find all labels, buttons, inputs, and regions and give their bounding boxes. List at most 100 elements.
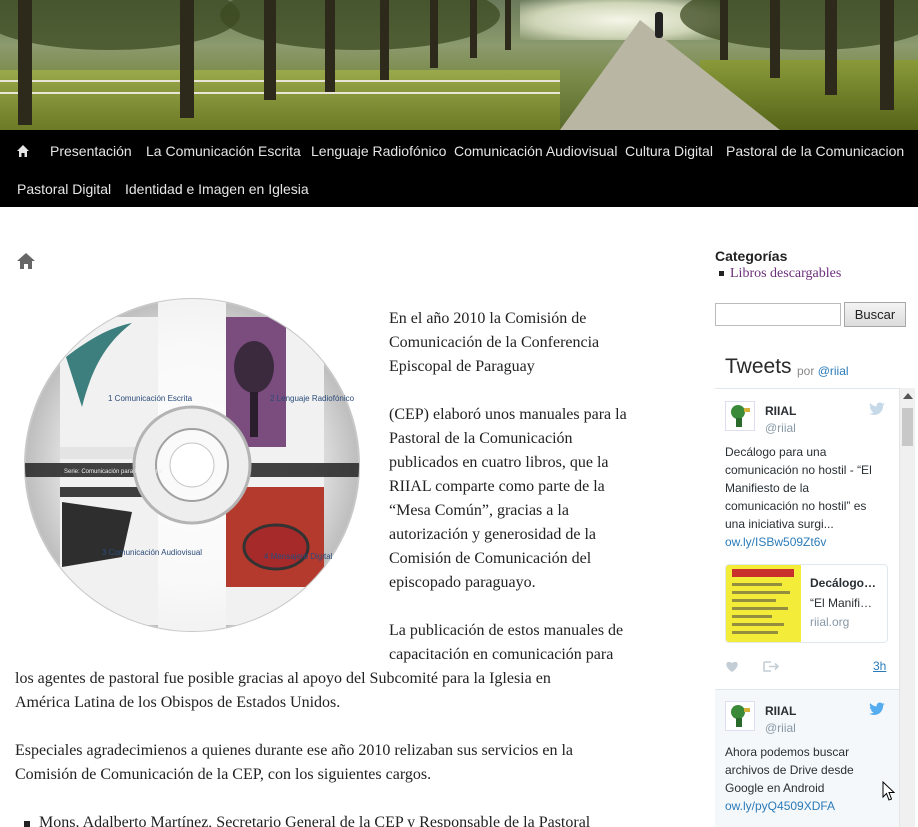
tweet: RIIAL @riial Ahora podemos buscar archiv…	[715, 689, 899, 827]
text-line: comunicación no hostil” es	[725, 499, 867, 513]
banner-fence	[0, 80, 560, 94]
banner-canopy	[0, 0, 240, 50]
banner-tree	[18, 0, 32, 125]
tweet-text: Decálogo para una comunicación no hostil…	[725, 443, 893, 533]
cd-series-label: Serie: Comunicación para la pastoral	[64, 469, 162, 475]
text-line: Ahora podemos buscar	[725, 745, 850, 759]
tweet-text: Ahora podemos buscar archivos de Drive d…	[725, 743, 893, 797]
tweet-link-card[interactable]: Decálogo… “El Manifi… riial.org	[725, 564, 888, 643]
text-line: los agentes de pastoral fue posible grac…	[15, 670, 551, 687]
banner-tree	[380, 0, 389, 80]
cd-label-q3: 3 Comunicación Audiovisual	[102, 548, 202, 557]
main-nav: Presentación La Comunicación Escrita Len…	[0, 130, 918, 207]
like-heart-icon[interactable]	[725, 660, 739, 673]
text-line: (CEP) elaboró unos manuales para la	[389, 406, 627, 423]
nav-item-pastoral-comunicacion[interactable]: Pastoral de la Comunicacion	[726, 143, 904, 159]
text-line: Comunicación de la Conferencia	[389, 334, 600, 351]
text-line: RIIAL comparte como parte de la	[389, 478, 605, 495]
header-banner-image	[0, 0, 918, 130]
avatar[interactable]	[725, 401, 755, 431]
tweet-author-name[interactable]: RIIAL	[765, 404, 796, 418]
tweet-author-handle[interactable]: @riial	[765, 421, 796, 435]
banner-tree	[325, 0, 335, 92]
text-line: Especiales agradecimienos a quienes dura…	[15, 742, 574, 759]
text-line: La publicación de estos manuales de	[389, 622, 624, 639]
nav-item-presentacion[interactable]: Presentación	[50, 143, 132, 159]
text-line: Episcopal de Paraguay	[389, 358, 535, 375]
article-paragraph-1: En el año 2010 la Comisión de Comunicaci…	[389, 307, 599, 379]
article-paragraph-4: Especiales agradecimienos a quienes dura…	[15, 739, 573, 787]
nav-item-lenguaje-radiofonico[interactable]: Lenguaje Radiofónico	[311, 143, 446, 159]
categories-heading: Categorías	[715, 248, 788, 264]
tweet: RIIAL @riial Decálogo para una comunicac…	[715, 389, 899, 689]
tweets-byline: por @riial	[797, 364, 849, 378]
list-item: Mons. Adalberto Martínez, Secretario Gen…	[39, 814, 591, 827]
cd-label-q1: 1 Comunicación Escrita	[108, 394, 193, 403]
cd-label-q2: 2 Lenguaje Radiofónico	[270, 394, 355, 403]
category-link-libros[interactable]: Libros descargables	[730, 266, 841, 282]
tweets-by-label: por	[797, 364, 815, 378]
card-title: Decálogo…	[810, 576, 877, 590]
card-description: “El Manifi…	[810, 596, 873, 610]
text-line: capacitación en comunicación para	[389, 646, 614, 663]
tweet-timestamp[interactable]: 3h	[873, 659, 886, 673]
avatar[interactable]	[725, 701, 755, 731]
text-line: Comisión de Comunicación del	[389, 550, 592, 567]
article-paragraph-3a: La publicación de estos manuales de capa…	[389, 619, 623, 667]
card-domain: riial.org	[810, 615, 850, 629]
banner-canopy	[220, 0, 500, 50]
nav-item-identidad-imagen[interactable]: Identidad e Imagen en Iglesia	[125, 181, 309, 197]
cd-cover-image: 1 Comunicación Escrita 2 Lenguaje Radiof…	[22, 297, 362, 633]
banner-tree	[770, 0, 780, 78]
search-input[interactable]	[715, 303, 841, 326]
text-line: América Latina de los Obispos de Estados…	[15, 694, 341, 711]
tweet-link[interactable]: ow.ly/ISBw509Zt6v	[725, 535, 826, 549]
home-icon[interactable]	[16, 144, 30, 158]
banner-tree	[825, 0, 837, 95]
nav-item-pastoral-digital[interactable]: Pastoral Digital	[17, 181, 111, 197]
tweet-author-name[interactable]: RIIAL	[765, 704, 796, 718]
share-icon[interactable]	[763, 660, 779, 673]
nav-item-comunicacion-audiovisual[interactable]: Comunicación Audiovisual	[454, 143, 617, 159]
banner-tree	[720, 0, 728, 60]
cd-label-q4: 4 Mensajero Digital	[264, 552, 333, 561]
banner-tree	[430, 0, 438, 68]
card-thumbnail	[726, 565, 801, 642]
text-line: una iniciativa surgi...	[725, 517, 834, 531]
article-paragraph-3b: los agentes de pastoral fue posible grac…	[15, 667, 551, 715]
article-paragraph-2: (CEP) elaboró unos manuales para la Past…	[389, 403, 627, 595]
twitter-timeline: RIIAL @riial Decálogo para una comunicac…	[715, 388, 899, 827]
banner-tree	[264, 0, 276, 100]
text-line: En el año 2010 la Comisión de	[389, 310, 587, 327]
timeline-scrollbar[interactable]	[899, 388, 915, 827]
twitter-bird-icon[interactable]	[868, 702, 886, 716]
text-line: Decálogo para una	[725, 445, 827, 459]
list-bullet	[719, 271, 724, 276]
text-line: Google en Android	[725, 781, 825, 795]
mouse-cursor-icon	[882, 781, 896, 801]
banner-tree	[180, 0, 194, 118]
scrollbar-thumb[interactable]	[902, 408, 913, 446]
text-line: Comisión de Comunicación de la CEP, con …	[15, 766, 432, 783]
banner-grass-left	[0, 70, 560, 130]
tweets-title: Tweets	[725, 355, 792, 378]
text-line: comunicación no hostil - “El	[725, 463, 872, 477]
list-bullet	[24, 821, 30, 827]
scroll-up-arrow-icon[interactable]	[903, 393, 913, 399]
banner-tree	[470, 0, 477, 58]
twitter-bird-icon[interactable]	[868, 402, 886, 416]
tweet-author-handle[interactable]: @riial	[765, 721, 796, 735]
text-line: archivos de Drive desde	[725, 763, 854, 777]
tweets-handle-link[interactable]: @riial	[818, 364, 849, 378]
nav-item-cultura-digital[interactable]: Cultura Digital	[625, 143, 713, 159]
banner-walker	[655, 12, 663, 38]
search-button[interactable]: Buscar	[844, 302, 906, 327]
banner-tree	[505, 0, 511, 50]
text-line: “Mesa Común”, gracias a la	[389, 502, 569, 519]
text-line: episcopado paraguayo.	[389, 574, 536, 591]
banner-tree	[880, 0, 894, 110]
nav-item-comunicacion-escrita[interactable]: La Comunicación Escrita	[146, 143, 301, 159]
tweet-link[interactable]: ow.ly/pyQ4509XDFA	[725, 799, 835, 813]
breadcrumb-home-icon[interactable]	[16, 252, 36, 270]
text-line: Manifiesto de la	[725, 481, 810, 495]
